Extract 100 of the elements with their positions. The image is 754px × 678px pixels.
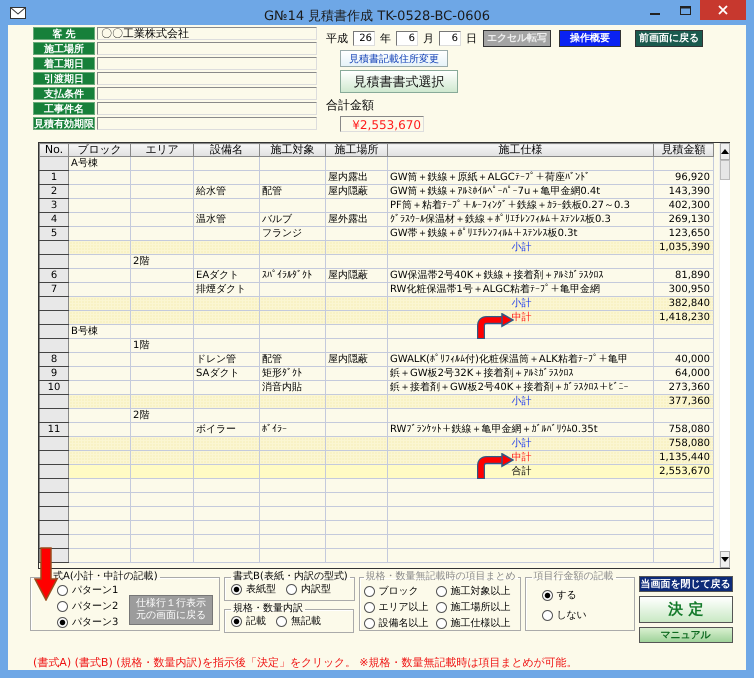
date-unit-label: 日	[466, 30, 477, 46]
field-label: 客 先	[33, 27, 95, 40]
scroll-up-button[interactable]	[720, 143, 730, 160]
table-cell: ｽﾊﾟｲﾗﾙﾀﾞｸﾄ	[262, 270, 312, 280]
row-number: 10	[48, 382, 60, 392]
minimize-icon	[650, 12, 660, 14]
total-row-label: 小計	[512, 438, 532, 448]
table-cell: 屋内隠蔽	[328, 186, 368, 196]
total-row-label: 小計	[512, 298, 532, 308]
table-cell: ﾎﾞｲﾗｰ	[262, 424, 287, 434]
table-cell: 300,950	[668, 284, 710, 294]
table-cell: フランジ	[262, 228, 302, 238]
total-row-label: 中計	[512, 452, 532, 462]
scroll-down-button[interactable]	[720, 551, 730, 568]
table-cell: GWALK(ﾎﾟﾘﾌｨﾙﾑ付)化粧保温筒＋ALK粘着ﾃｰﾌﾟ＋亀甲	[390, 354, 628, 364]
radio-button[interactable]: する	[542, 589, 630, 601]
table-cell: 鋲＋接着剤＋GW板2号40K＋接着剤＋ｶﾞﾗｽｸﾛｽ＋ﾋﾞﾆｰ	[390, 382, 628, 392]
table-cell: 382,840	[668, 298, 710, 308]
down-triangle-icon	[721, 557, 729, 562]
table-cell: 配管	[262, 354, 282, 364]
date-unit-label: 月	[423, 30, 434, 46]
input-field[interactable]	[97, 102, 317, 115]
radio-button[interactable]: 施工仕様以上	[436, 617, 514, 629]
table-cell: 矩形ﾀﾞｸﾄ	[262, 368, 302, 378]
radio-button[interactable]: 施工場所以上	[436, 601, 514, 613]
date-unit-label: 年	[380, 30, 391, 46]
toolbar-button[interactable]: 前画面に戻る	[635, 30, 703, 46]
row-number: 8	[50, 354, 58, 364]
row-number: 3	[50, 200, 58, 210]
window-title: G№14 見積書作成 TK-0528-BC-0606	[264, 8, 490, 25]
row-number: 5	[50, 228, 58, 238]
table-cell: 1,035,390	[659, 242, 710, 252]
field-label: 引渡期日	[33, 72, 95, 85]
table-cell: GW帯＋鉄線＋ﾎﾟﾘｴﾁﾚﾝﾌｨﾙﾑ＋ｽﾃﾝﾚｽ板0.3t	[390, 228, 578, 238]
radio-button[interactable]: パターン2	[57, 600, 118, 612]
input-field[interactable]: 〇〇工業株式会社	[97, 27, 317, 40]
radio-button[interactable]: 無記載	[276, 615, 321, 627]
table-cell: 96,920	[675, 172, 710, 182]
table-cell: EAダクト	[196, 270, 240, 280]
date-field[interactable]: 6	[439, 30, 461, 46]
table-cell: 81,890	[675, 270, 710, 280]
table-cell: SAダクト	[196, 368, 240, 378]
radio-button[interactable]: 表紙型	[231, 583, 276, 595]
group-label: 規格・数量内訳	[232, 603, 304, 615]
era-label: 平成	[326, 30, 348, 46]
radio-button[interactable]: しない	[542, 609, 630, 621]
table-cell: GW保温帯2号40K＋鉄線＋接着剤＋ｱﾙﾐｶﾞﾗｽｸﾛｽ	[390, 270, 604, 280]
radio-button[interactable]: 設備名以上	[364, 617, 436, 629]
close-button[interactable]	[700, 0, 746, 20]
radio-button[interactable]: 記載	[231, 615, 266, 627]
field-label: 着工期日	[33, 57, 95, 70]
input-field[interactable]	[97, 87, 317, 100]
action-button[interactable]: 決 定	[638, 596, 733, 623]
radio-button[interactable]: 施工対象以上	[436, 585, 514, 597]
radio-button[interactable]: 内訳型	[286, 583, 331, 595]
radio-button[interactable]: エリア以上	[364, 601, 436, 613]
table-cell: 屋内隠蔽	[328, 270, 368, 280]
row-number: 1	[50, 172, 58, 182]
radio-button[interactable]: パターン1	[57, 584, 118, 596]
format-select-button[interactable]: 見積書書式選択	[340, 70, 458, 93]
scroll-thumb[interactable]	[720, 160, 730, 180]
input-field[interactable]	[97, 57, 317, 70]
column-header: 施工仕様	[388, 144, 654, 156]
table-cell: 2,553,670	[659, 466, 710, 476]
table-cell: 屋内露出	[328, 172, 368, 182]
column-header: 見積金額	[654, 144, 714, 156]
date-field[interactable]: 26	[353, 30, 375, 46]
row-number: 4	[50, 214, 58, 224]
row-number: 2	[50, 186, 58, 196]
input-field[interactable]	[97, 117, 317, 130]
table-cell: A号棟	[71, 158, 98, 168]
date-field[interactable]: 6	[396, 30, 418, 46]
table-cell: 配管	[262, 186, 282, 196]
envelope-icon	[10, 6, 26, 18]
column-header: ブロック	[68, 144, 130, 156]
table-cell: 269,130	[668, 214, 710, 224]
action-button[interactable]: 当画面を閉じて戻る	[638, 576, 733, 592]
table-cell: PF筒＋粘着ﾃｰﾌﾟ＋ﾙｰﾌｨﾝｸﾞ＋鉄線＋ｶﾗｰ鉄板0.27～0.3	[390, 200, 630, 210]
table-cell: 273,360	[668, 382, 710, 392]
table-cell: 123,650	[668, 228, 710, 238]
field-label: 支払条件	[33, 87, 95, 100]
table-cell: 温水管	[196, 214, 226, 224]
toolbar-button[interactable]: 操作概要	[559, 30, 621, 46]
table-cell: 2階	[133, 256, 150, 266]
total-row-label: 小計	[512, 242, 532, 252]
input-field[interactable]	[97, 72, 317, 85]
table-cell: 1階	[133, 340, 150, 350]
column-header: 設備名	[194, 144, 260, 156]
input-field[interactable]	[97, 42, 317, 55]
action-button[interactable]: マニュアル	[638, 627, 733, 643]
scrollbar[interactable]	[719, 143, 730, 568]
radio-button[interactable]: パターン3	[57, 616, 118, 628]
table-cell: 1,418,230	[659, 312, 710, 322]
table-cell: 屋内隠蔽	[328, 354, 368, 364]
radio-button[interactable]: ブロック	[364, 585, 436, 597]
table-cell: GW筒＋鉄線＋ｱﾙﾐﾎｲﾙﾍﾟｰﾊﾟｰ7u＋亀甲金網0.4t	[390, 186, 600, 196]
table-cell: バルブ	[262, 214, 292, 224]
table-cell: ドレン管	[196, 354, 236, 364]
table-cell: 1,135,440	[659, 452, 710, 462]
address-change-button[interactable]: 見積書記載住所変更	[340, 50, 448, 67]
